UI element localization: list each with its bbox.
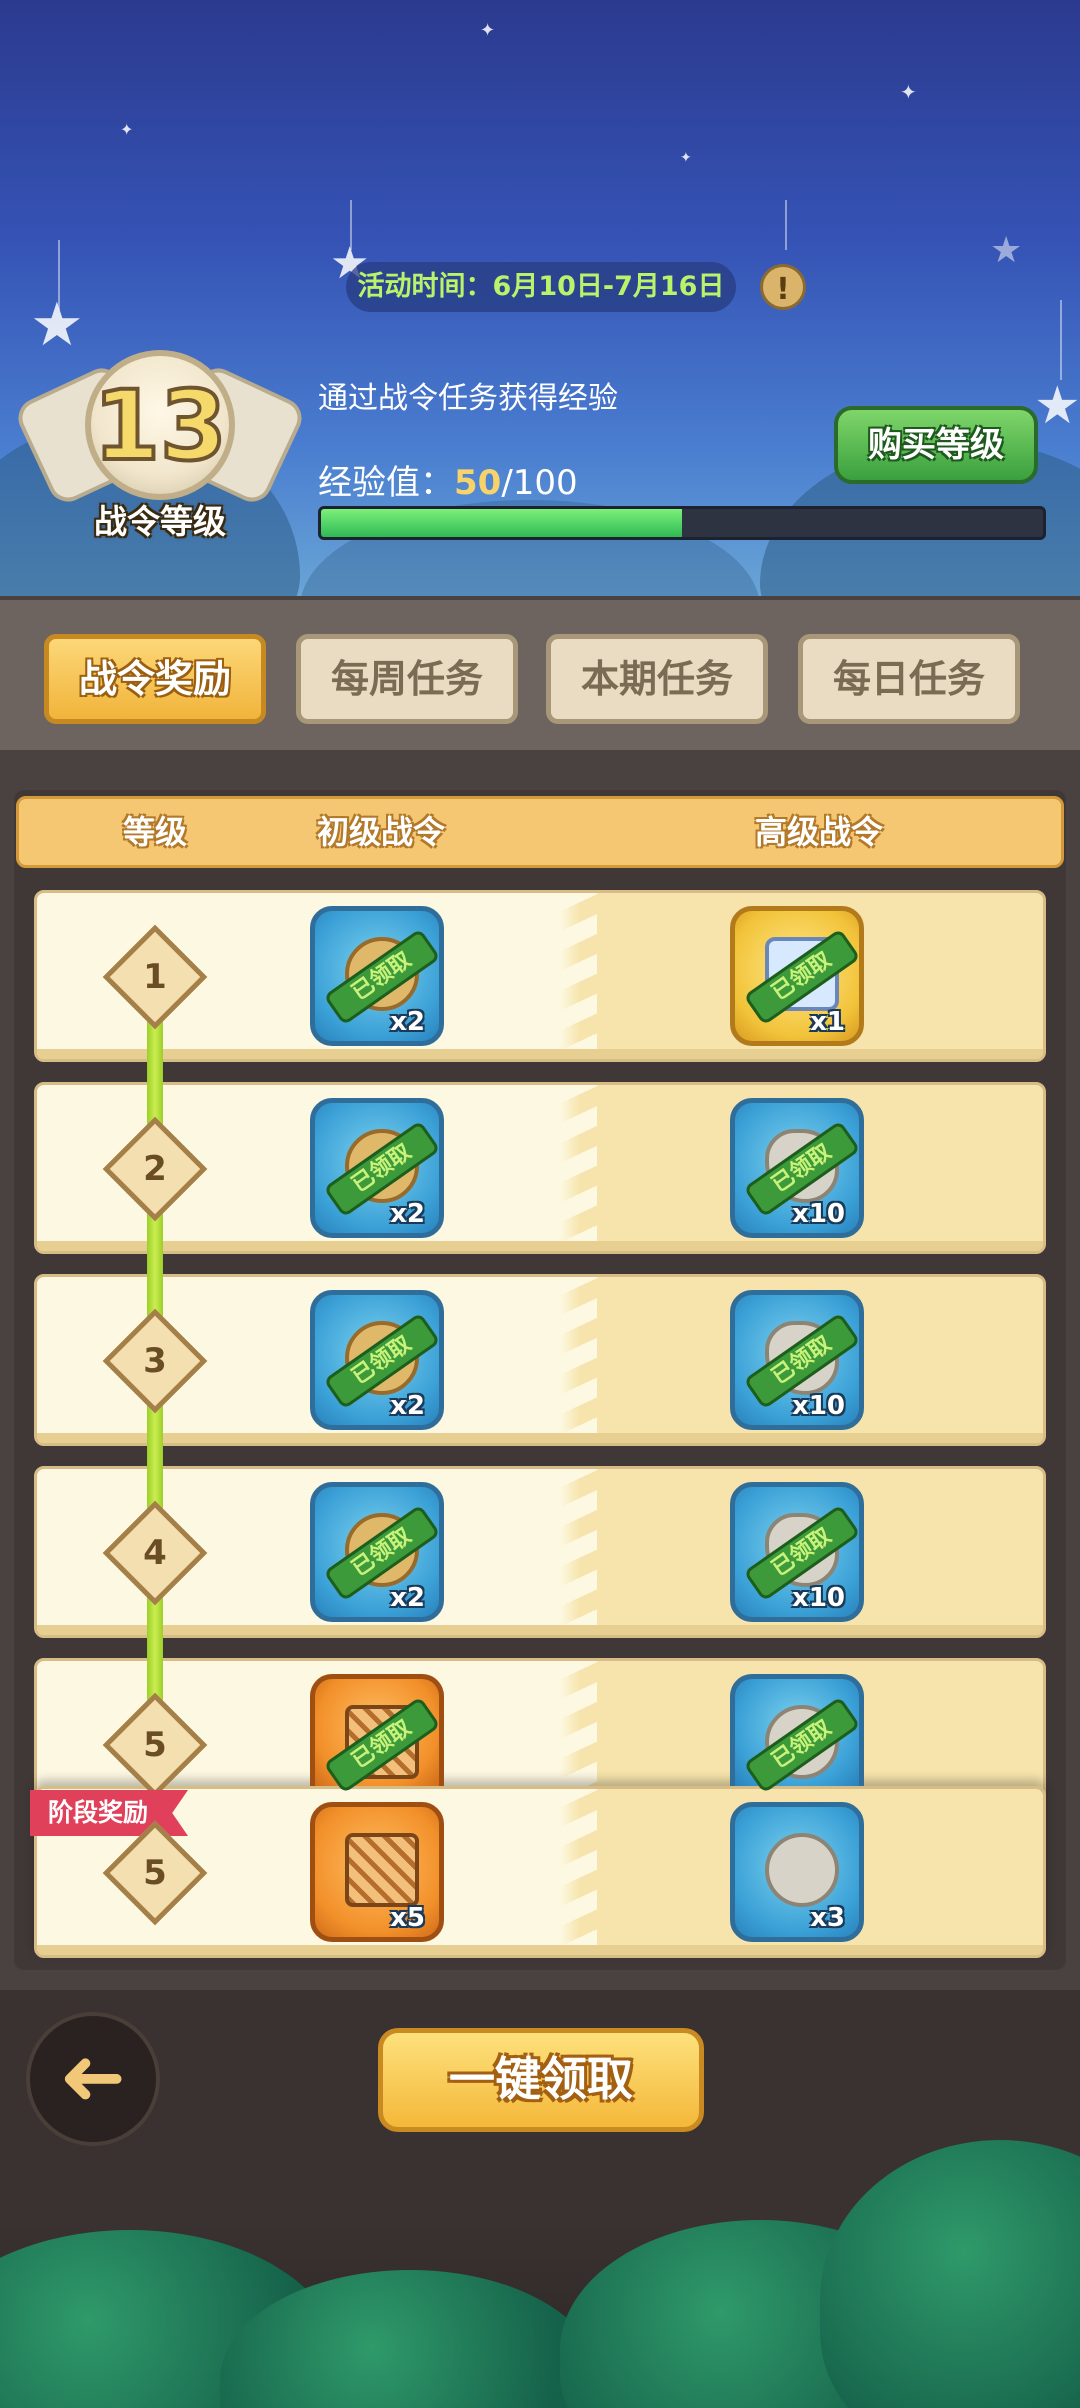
buy-level-button[interactable]: 购买等级 xyxy=(834,406,1038,484)
stage-level-number: 5 xyxy=(143,1853,167,1893)
reward-item-advanced-1[interactable]: 已领取 x1 xyxy=(730,906,864,1046)
level-badge: 13 战令等级 xyxy=(11,340,309,570)
level-number-5: 5 xyxy=(143,1725,167,1765)
reward-item-basic-4[interactable]: 已领取 x2 xyxy=(310,1482,444,1622)
item-quantity: x10 xyxy=(792,1583,845,1613)
reward-table-header: 等级 初级战令 高级战令 xyxy=(16,796,1064,868)
item-quantity: x2 xyxy=(390,1199,425,1229)
col-header-level: 等级 xyxy=(123,813,188,851)
level-number-4: 4 xyxy=(143,1533,167,1573)
item-quantity: x1 xyxy=(810,1007,845,1037)
ore-icon xyxy=(765,1833,839,1907)
item-quantity: x2 xyxy=(390,1583,425,1613)
star-icon: ✦ xyxy=(480,20,496,41)
stage-reward-item-advanced[interactable]: x3 xyxy=(730,1802,864,1942)
reward-item-basic-3[interactable]: 已领取 x2 xyxy=(310,1290,444,1430)
bush-decoration xyxy=(820,2140,1080,2408)
reward-item-basic-2[interactable]: 已领取 x2 xyxy=(310,1098,444,1238)
exp-progress-fill xyxy=(321,509,682,537)
exp-progress-bar xyxy=(318,506,1046,540)
item-quantity: x10 xyxy=(792,1391,845,1421)
reward-item-advanced-5[interactable]: 已领取 xyxy=(730,1674,864,1794)
star-icon: ★ xyxy=(1034,376,1080,436)
item-quantity: x2 xyxy=(390,1391,425,1421)
net-trap-icon xyxy=(345,1833,419,1907)
item-quantity: x10 xyxy=(792,1199,845,1229)
level-number-1: 1 xyxy=(143,957,167,997)
claim-all-button[interactable]: 一键领取 xyxy=(378,2028,704,2132)
star-icon: ✦ xyxy=(900,80,917,104)
hanging-string xyxy=(785,200,787,250)
tab-weekly-tasks[interactable]: 每周任务 xyxy=(296,634,518,724)
level-label: 战令等级 xyxy=(94,502,226,541)
level-number-2: 2 xyxy=(143,1149,167,1189)
hanging-string xyxy=(1060,300,1062,380)
item-quantity: x5 xyxy=(390,1903,425,1933)
level-number-3: 3 xyxy=(143,1341,167,1381)
exp-total: /100 xyxy=(501,463,578,503)
reward-item-advanced-3[interactable]: 已领取 x10 xyxy=(730,1290,864,1430)
exp-description: 通过战令任务获得经验 xyxy=(318,381,618,416)
col-header-basic: 初级战令 xyxy=(317,813,446,851)
tab-daily-tasks[interactable]: 每日任务 xyxy=(798,634,1020,724)
reward-item-advanced-4[interactable]: 已领取 x10 xyxy=(730,1482,864,1622)
back-arrow-icon: ➜ xyxy=(59,2030,127,2123)
exp-current: 50 xyxy=(454,463,502,503)
star-icon: ✦ xyxy=(680,150,692,166)
tab-battlepass-rewards[interactable]: 战令奖励 xyxy=(44,634,266,724)
reward-item-advanced-2[interactable]: 已领取 x10 xyxy=(730,1098,864,1238)
item-quantity: x2 xyxy=(390,1007,425,1037)
tab-season-tasks[interactable]: 本期任务 xyxy=(546,634,768,724)
back-button[interactable]: ➜ xyxy=(26,2012,160,2146)
reward-item-basic-1[interactable]: 已领取 x2 xyxy=(310,906,444,1046)
level-number: 13 xyxy=(85,350,235,500)
exp-label: 经验值： xyxy=(318,463,454,503)
item-quantity: x3 xyxy=(810,1903,845,1933)
col-header-advanced: 高级战令 xyxy=(755,813,884,851)
star-icon: ✦ xyxy=(120,120,134,139)
exp-value-row: 经验值：50/100 xyxy=(318,455,578,504)
info-icon[interactable]: ! xyxy=(760,264,806,310)
star-icon: ★ xyxy=(990,230,1023,271)
event-time-label: 活动时间：6月10日-7月16日 xyxy=(346,262,736,312)
reward-item-basic-5[interactable]: 已领取 xyxy=(310,1674,444,1794)
stage-reward-item-basic[interactable]: x5 xyxy=(310,1802,444,1942)
